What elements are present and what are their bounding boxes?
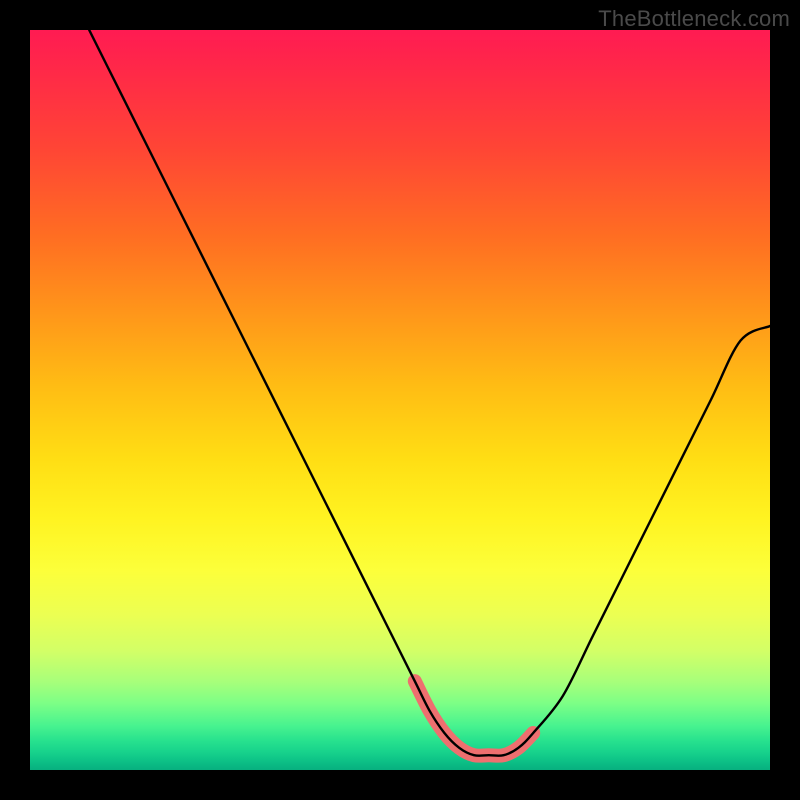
valley-highlight-stroke <box>415 681 533 756</box>
curve-svg <box>30 30 770 770</box>
watermark-text: TheBottleneck.com <box>598 6 790 32</box>
bottleneck-curve-line <box>89 30 770 756</box>
chart-page: TheBottleneck.com <box>0 0 800 800</box>
plot-frame <box>30 30 770 770</box>
